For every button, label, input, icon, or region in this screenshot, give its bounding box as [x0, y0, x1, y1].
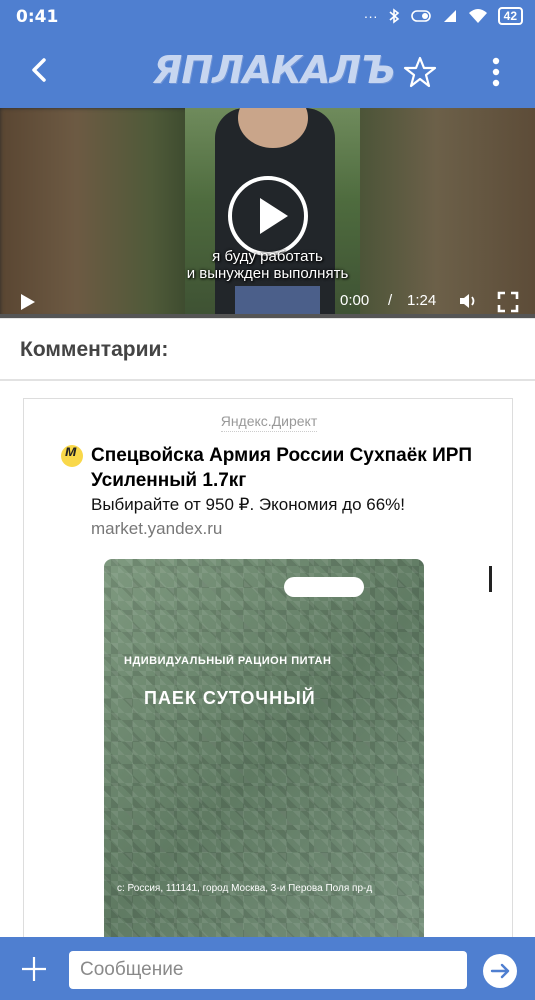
ad-description: Выбирайте от 950 ₽. Экономия до 66%!	[91, 495, 406, 514]
back-icon[interactable]	[22, 52, 58, 88]
more-icon[interactable]	[486, 54, 506, 90]
bluetooth-icon	[389, 8, 399, 24]
bag-text-line2: ПАЕК СУТОЧНЫЙ	[144, 688, 316, 708]
app-logo[interactable]: ЯПЛАКАЛЪ	[153, 48, 396, 92]
ad-photo[interactable]: НДИВИДУАЛЬНЫЙ РАЦИОН ПИТАН ПАЕК СУТОЧНЫЙ…	[24, 551, 492, 957]
video-controls: 0:00 / 1:24	[0, 284, 535, 318]
video-player[interactable]: я буду работать и вынужден выполнять 0:0…	[0, 108, 535, 318]
divider	[0, 379, 535, 381]
ad-source-label[interactable]: Яндекс.Директ	[220, 413, 318, 432]
ad-card[interactable]: Яндекс.Директ Спецвойска Армия России Су…	[23, 398, 513, 958]
ad-source: Яндекс.Директ	[24, 413, 512, 432]
video-subtitle-line2: и вынужден выполнять	[186, 265, 349, 282]
photo-edge-mark	[489, 566, 492, 592]
video-current-time: 0:00	[340, 292, 370, 309]
app-bar: ЯПЛАКАЛЪ	[0, 34, 535, 108]
arrow-right-icon	[490, 963, 510, 979]
divider	[0, 318, 535, 319]
comments-title: Комментарии:	[20, 338, 169, 361]
send-button[interactable]	[483, 954, 517, 988]
plus-icon[interactable]	[20, 955, 48, 983]
volume-icon[interactable]	[458, 292, 478, 310]
ad-title[interactable]: Спецвойска Армия России Сухпаёк ИРП Усил…	[91, 443, 501, 493]
status-icons: ··· 42	[364, 7, 523, 25]
status-bar: 0:41 ··· 42	[0, 0, 535, 34]
battery-icon: 42	[497, 7, 523, 25]
fullscreen-icon[interactable]	[497, 291, 519, 313]
composer-bar	[0, 937, 535, 1000]
yandex-market-icon	[61, 443, 83, 467]
signal-icon	[443, 10, 456, 22]
video-duration: 1:24	[407, 292, 437, 309]
vibrate-icon	[410, 10, 431, 22]
bag-handle	[284, 577, 364, 597]
play-icon[interactable]	[21, 294, 35, 310]
message-input[interactable]	[69, 951, 467, 989]
video-time-separator: /	[388, 292, 393, 309]
video-subtitle-line1: я буду работать	[212, 248, 323, 265]
bag-text-line3: с: Россия, 111141, город Москва, 3-и Пер…	[117, 883, 373, 894]
ad-domain[interactable]: market.yandex.ru	[91, 519, 222, 539]
ration-pack-image	[104, 559, 424, 957]
play-button[interactable]	[228, 176, 308, 256]
star-icon[interactable]	[402, 54, 438, 90]
dots-icon: ···	[363, 8, 378, 24]
status-time: 0:41	[16, 7, 59, 27]
wifi-icon	[468, 9, 487, 23]
bag-text-line1: НДИВИДУАЛЬНЫЙ РАЦИОН ПИТАН	[124, 655, 332, 667]
